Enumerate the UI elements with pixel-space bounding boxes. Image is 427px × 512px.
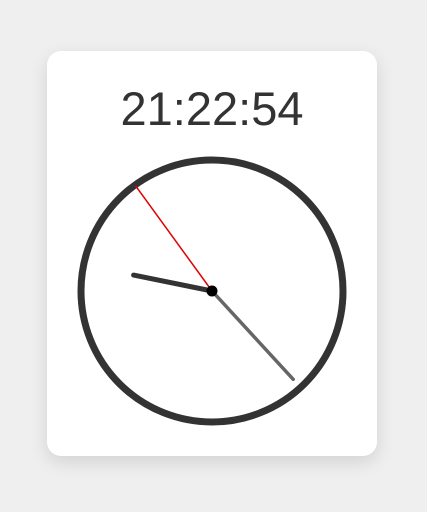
clock-card: 21:22:54 xyxy=(47,51,377,456)
clock-center-dot xyxy=(206,285,218,297)
analog-clock xyxy=(77,156,347,426)
